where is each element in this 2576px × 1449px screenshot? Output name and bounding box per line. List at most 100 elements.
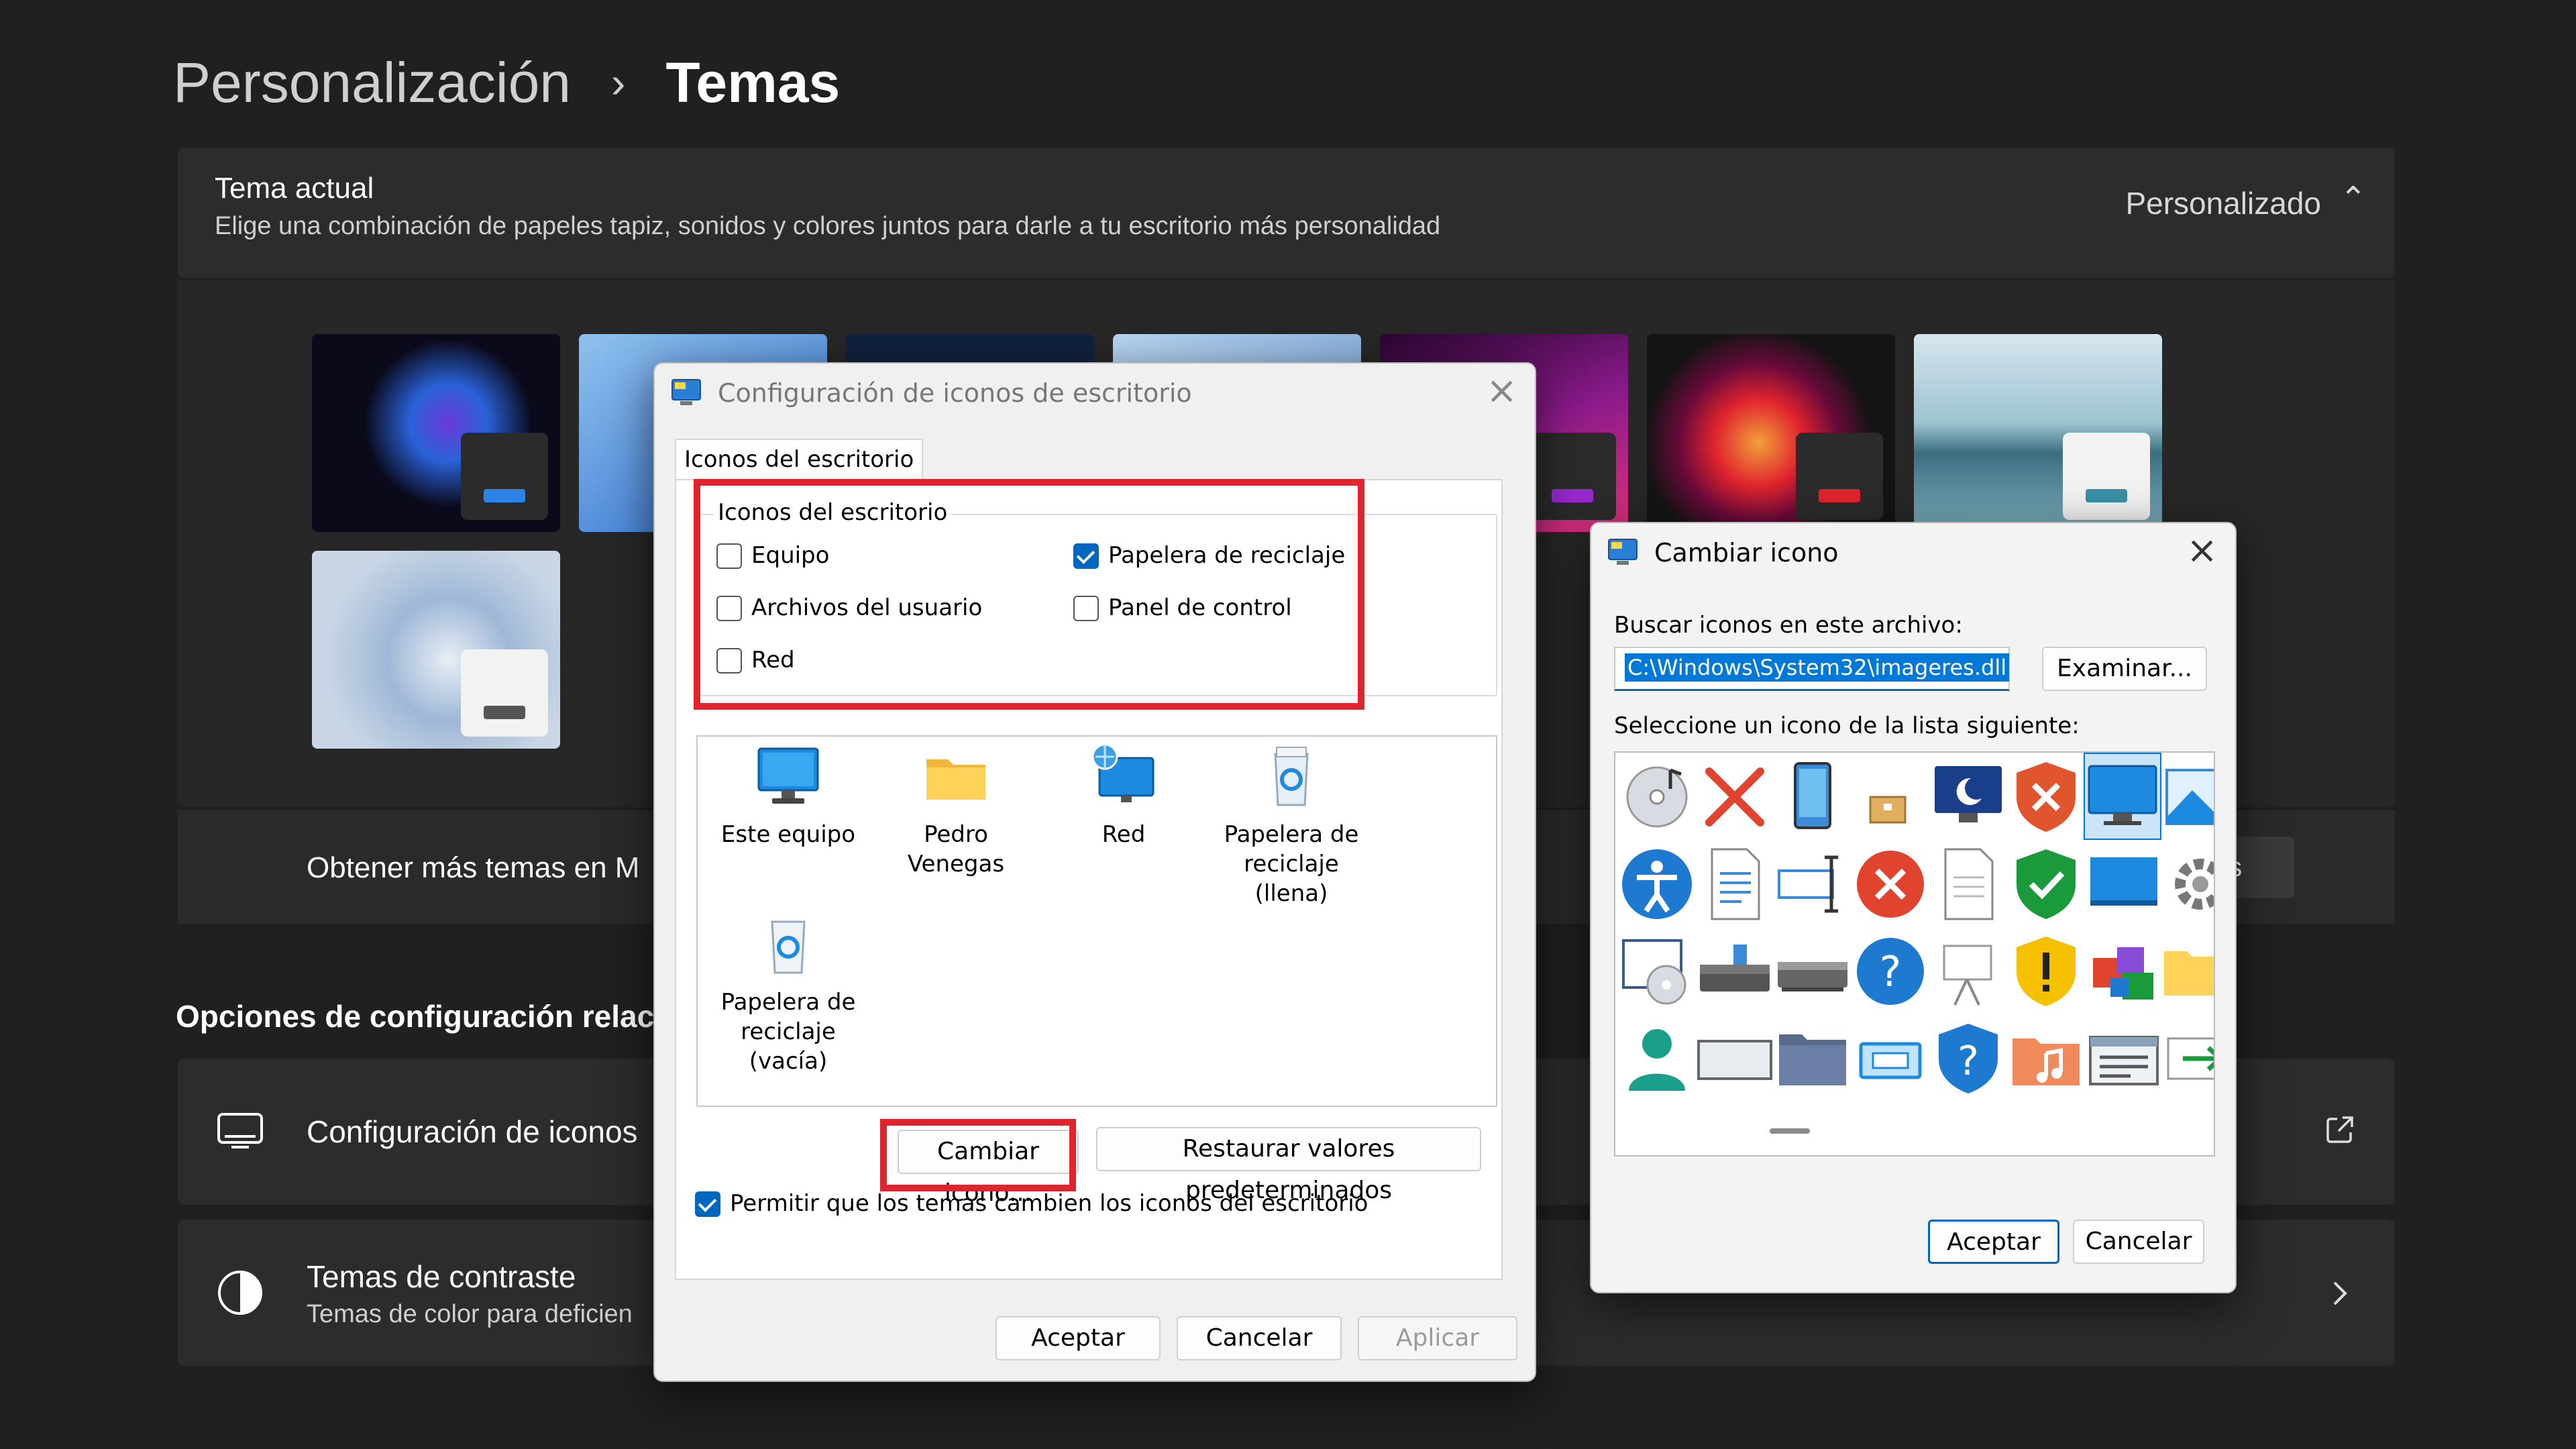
accessibility-icon[interactable]	[1617, 844, 1697, 924]
gear-icon[interactable]	[2160, 844, 2215, 924]
blank-document-icon[interactable]	[1928, 844, 2008, 924]
svg-text:?: ?	[1957, 1038, 1979, 1085]
network-icon	[1091, 743, 1155, 802]
breadcrumb-parent[interactable]: Personalización	[173, 50, 571, 115]
restore-defaults-button[interactable]: Restaurar valores predeterminados	[1096, 1127, 1481, 1204]
file-list-icon[interactable]	[2084, 1018, 2164, 1099]
more-themes-label: Obtener más temas en M	[307, 851, 640, 884]
icon-item-label: Red	[1102, 821, 1146, 848]
icon-item-user-folder[interactable]: Pedro Venegas	[872, 743, 1040, 879]
theme-thumbnail[interactable]	[312, 551, 560, 749]
music-folder-icon[interactable]	[2006, 1018, 2086, 1099]
dialog-title: Cambiar icono	[1654, 538, 1839, 568]
document-text-icon[interactable]	[1695, 844, 1775, 924]
current-theme-title: Tema actual	[215, 172, 374, 205]
ok-button[interactable]: Aceptar	[996, 1316, 1161, 1360]
icon-item-recycle-bin-full[interactable]: Papelera de reciclaje (llena)	[1208, 743, 1375, 908]
page-title: Temas	[665, 50, 841, 114]
theme-thumbnail[interactable]	[1914, 334, 2162, 532]
allow-themes-checkbox[interactable]	[695, 1191, 720, 1217]
disc-drive-icon[interactable]	[1617, 931, 1697, 1012]
tab-desktop-icons[interactable]: Iconos del escritorio	[675, 439, 924, 480]
folder-icon[interactable]	[2160, 931, 2215, 1012]
package-icon[interactable]	[1850, 757, 1931, 837]
dialog-title: Configuración de iconos de escritorio	[718, 378, 1192, 408]
change-icon-dialog: Cambiar icono × Buscar iconos en este ar…	[1590, 522, 2237, 1293]
pictures-icon[interactable]	[2160, 757, 2215, 837]
computer-icon	[757, 747, 819, 804]
icon-file-path-input[interactable]: C:\Windows\System32\imageres.dll	[1614, 647, 2010, 691]
sleep-monitor-icon[interactable]	[1928, 757, 2008, 837]
contrast-themes-label: Temas de contraste	[307, 1259, 576, 1294]
theme-thumbnail[interactable]	[312, 334, 560, 532]
desktop-icon-settings-dialog: Configuración de iconos de escritorio × …	[653, 362, 1536, 1382]
shield-warning-icon[interactable]	[2006, 931, 2086, 1012]
icon-item-network[interactable]: Red	[1040, 743, 1208, 849]
blank-screen-icon[interactable]	[1695, 1018, 1775, 1099]
icon-item-label: Papelera de reciclaje (llena)	[1224, 821, 1359, 907]
theme-thumbnail[interactable]	[1647, 334, 1895, 532]
error-circle-icon[interactable]	[1850, 844, 1931, 924]
programs-icon[interactable]	[2084, 931, 2164, 1012]
user-icon[interactable]	[1617, 1018, 1697, 1099]
recycle-bin-full-icon	[1274, 747, 1309, 806]
cancel-button[interactable]: Cancelar	[2073, 1220, 2204, 1264]
related-settings-title: Opciones de configuración relacio	[176, 999, 682, 1034]
icon-item-label: Pedro Venegas	[907, 821, 1005, 877]
breadcrumb-separator: ›	[611, 58, 626, 107]
current-theme-description: Elige una combinación de papeles tapiz, …	[215, 212, 1441, 240]
arrow-right-icon[interactable]	[2160, 1018, 2215, 1099]
breadcrumb: Personalización › Temas	[173, 39, 840, 126]
highlight-change-icon	[880, 1119, 1076, 1191]
scanner-icon[interactable]	[1772, 931, 1853, 1012]
shield-help-icon[interactable]: ?	[1928, 1018, 2008, 1099]
horizontal-scrollbar-thumb[interactable]	[1770, 1128, 1810, 1134]
select-icon-label: Seleccione un icono de la lista siguient…	[1614, 712, 2080, 739]
display-icon[interactable]	[1850, 1018, 1931, 1099]
browse-button[interactable]: Examinar...	[2042, 647, 2207, 691]
current-theme-header[interactable]: Tema actual Elige una combinación de pap…	[178, 148, 2395, 278]
ok-button[interactable]: Aceptar	[1928, 1220, 2059, 1264]
desktop-icon-settings-label: Configuración de iconos	[307, 1114, 638, 1149]
monitor-icon[interactable]	[2082, 757, 2163, 837]
help-icon[interactable]: ?	[1850, 931, 1931, 1012]
icon-item-recycle-bin-empty[interactable]: Papelera de reciclaje (vacía)	[704, 911, 872, 1076]
screen-icon[interactable]	[2084, 844, 2164, 924]
desktop-settings-app-icon	[672, 379, 701, 405]
dialog-titlebar[interactable]: Configuración de iconos de escritorio ×	[655, 364, 1535, 423]
allow-themes-label: Permitir que los temas cambien los icono…	[730, 1190, 1368, 1217]
desktop-icon-list: Este equipo Pedro Venegas Red Papelera d…	[696, 735, 1497, 1107]
folder-icon	[926, 759, 985, 800]
current-theme-value: Personalizado	[2125, 186, 2321, 221]
shield-check-icon[interactable]	[2006, 844, 2086, 924]
contrast-icon	[218, 1271, 262, 1315]
close-icon[interactable]: ×	[1486, 369, 1517, 413]
close-icon[interactable]: ×	[2186, 529, 2218, 572]
icon-item-label: Papelera de reciclaje (vacía)	[720, 989, 856, 1075]
icon-item-label: Este equipo	[720, 821, 856, 848]
icon-item-this-pc[interactable]: Este equipo	[704, 743, 872, 849]
icon-picker-grid[interactable]: ? ?	[1614, 751, 2215, 1157]
monitor-icon	[217, 1113, 263, 1148]
red-x-icon[interactable]	[1695, 757, 1775, 837]
chevron-up-icon[interactable]: ⌃	[2340, 180, 2367, 217]
contrast-themes-sublabel: Temas de color para deficien	[307, 1300, 633, 1328]
cancel-button[interactable]: Cancelar	[1177, 1316, 1342, 1360]
search-file-label: Buscar iconos en este archivo:	[1614, 612, 1963, 639]
dialog-titlebar[interactable]: Cambiar icono ×	[1591, 523, 2235, 582]
change-icon-app-icon	[1608, 539, 1638, 565]
icon-file-path-value: C:\Windows\System32\imageres.dll	[1625, 653, 2010, 682]
hard-drive-icon[interactable]	[1695, 931, 1775, 1012]
tablet-icon[interactable]	[1772, 757, 1853, 837]
apply-button[interactable]: Aplicar	[1358, 1316, 1517, 1360]
presentation-icon[interactable]	[1928, 931, 2008, 1012]
svg-text:?: ?	[1880, 947, 1902, 996]
folder-dark-icon[interactable]	[1772, 1018, 1853, 1099]
chevron-right-icon	[2333, 1281, 2347, 1305]
external-link-icon	[2326, 1116, 2353, 1143]
cd-music-icon[interactable]	[1617, 757, 1697, 837]
shield-error-icon[interactable]	[2006, 757, 2086, 837]
rename-icon[interactable]	[1772, 844, 1853, 924]
highlight-checkbox-group	[694, 479, 1364, 710]
recycle-bin-empty-icon	[771, 920, 806, 974]
